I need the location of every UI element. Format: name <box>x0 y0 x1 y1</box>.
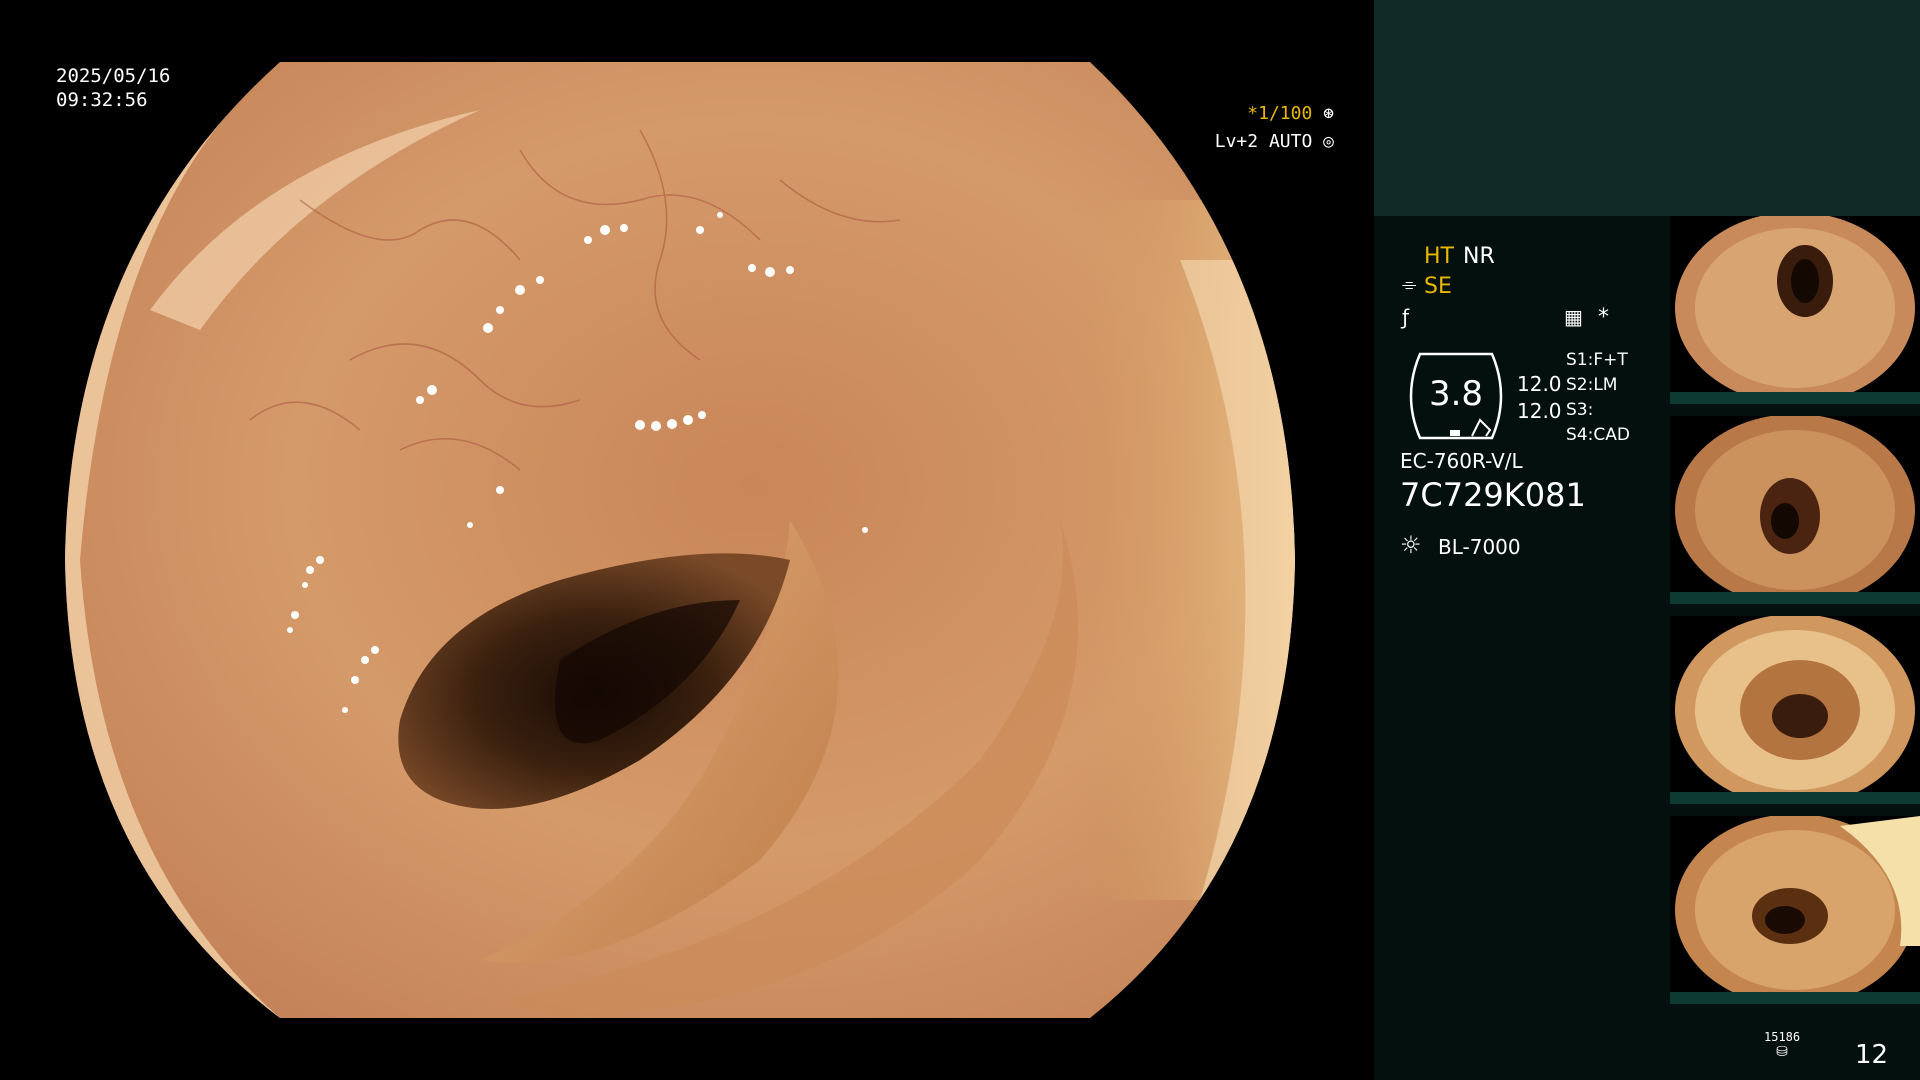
asterisk-label: * <box>1598 305 1609 330</box>
info-panel-header <box>1374 0 1920 216</box>
value-1: 12.0 <box>1517 372 1562 396</box>
thumbnail-bar <box>1670 592 1920 604</box>
endoscope-view: 2025/05/16 09:32:56 *1/100 ⊛ Lv+2 AUTO ◎ <box>0 0 1372 1080</box>
datetime-display: 2025/05/16 09:32:56 <box>56 64 170 112</box>
iris-mode: AUTO <box>1268 131 1313 152</box>
gauge-value: 3.8 <box>1428 374 1484 414</box>
switch-4: S4:CAD <box>1566 425 1630 445</box>
se-label: SE <box>1424 274 1452 299</box>
thumbnail[interactable] <box>1670 414 1920 606</box>
colon-image <box>65 62 1295 1018</box>
auto-iris-icon: ◎ <box>1323 131 1334 152</box>
thumbnail[interactable] <box>1670 614 1920 806</box>
nr-label: NR <box>1463 244 1495 269</box>
image-count: 12 <box>1855 1040 1889 1070</box>
thumbnail-image <box>1675 614 1915 806</box>
storage-icon: ⛁ <box>1776 1044 1788 1060</box>
exposure-display: *1/100 ⊛ Lv+2 AUTO ◎ <box>1215 100 1334 156</box>
thumbnail-bar <box>1670 392 1920 404</box>
shutter-speed: *1/100 <box>1247 103 1313 124</box>
thumbnail[interactable] <box>1670 212 1920 404</box>
switch-1: S1:F+T <box>1566 350 1628 370</box>
thumbnail-image <box>1675 212 1915 404</box>
thumbnail-strip <box>1670 212 1920 1016</box>
structure-enhance-icon: ⌯ <box>1402 274 1417 295</box>
value-2: 12.0 <box>1517 399 1562 423</box>
storage-indicator: 15186 ⛁ <box>1764 1030 1800 1060</box>
ht-label: HT <box>1424 244 1454 269</box>
switch-3: S3: <box>1566 400 1594 420</box>
thumbnail-image <box>1675 414 1915 606</box>
scope-serial: 7C729K081 <box>1400 476 1586 514</box>
scope-model: EC-760R-V/L <box>1400 449 1523 473</box>
thumbnail[interactable] <box>1670 814 1920 1006</box>
thumbnail-bar <box>1670 792 1920 804</box>
date-text: 2025/05/16 <box>56 65 171 87</box>
light-source-model: BL-7000 <box>1438 535 1521 559</box>
time-text: 09:32:56 <box>56 89 148 111</box>
light-source-icon: ☼ <box>1400 531 1422 559</box>
shutter-settings-icon: ⊛ <box>1323 103 1334 124</box>
menu-grid-icon: ▦ <box>1564 305 1583 329</box>
thumbnail-bar <box>1670 992 1920 1004</box>
switch-2: S2:LM <box>1566 375 1618 395</box>
thumbnail-image <box>1675 814 1920 1006</box>
color-icon: ƒ <box>1402 305 1410 329</box>
brightness-level: Lv+2 <box>1214 131 1259 152</box>
storage-count: 15186 <box>1764 1030 1801 1044</box>
